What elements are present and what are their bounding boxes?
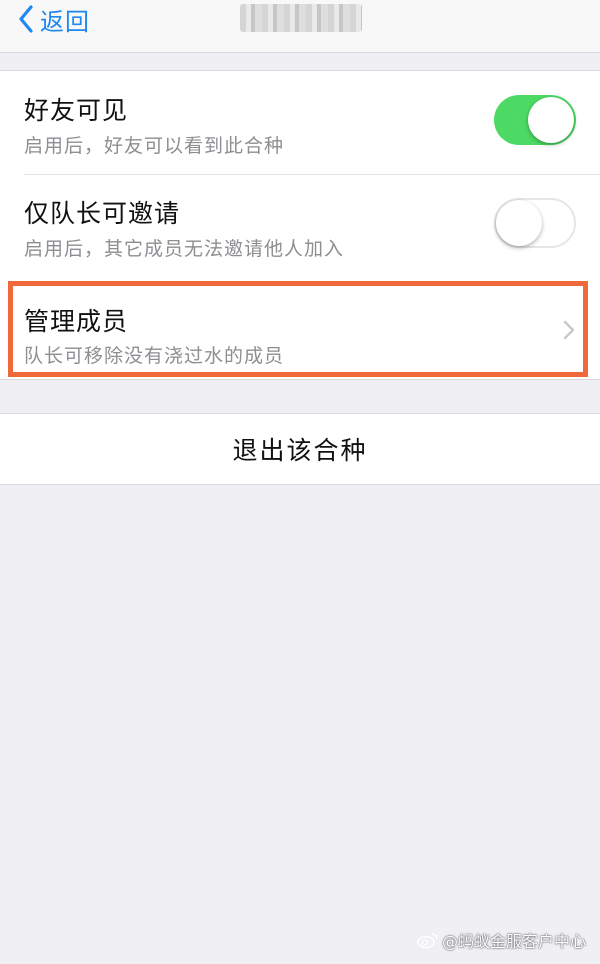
setting-row-friends-visible: 好友可见 启用后，好友可以看到此合种 [0,71,600,174]
chevron-right-icon [563,320,575,340]
setting-title: 仅队长可邀请 [24,199,181,228]
page-title-blurred [240,4,362,32]
toggle-knob [528,97,574,143]
exit-group: 退出该合种 [0,413,600,485]
setting-subtitle: 队长可移除没有浇过水的成员 [24,345,285,367]
exit-team-button[interactable]: 退出该合种 [0,414,600,484]
page-title [240,4,241,5]
back-label: 返回 [40,7,90,36]
watermark: @蚂蚁金服客户中心 [417,928,586,952]
manage-members-row[interactable]: 管理成员 队长可移除没有浇过水的成员 [8,281,588,377]
setting-subtitle: 启用后，好友可以看到此合种 [24,135,285,157]
setting-title: 管理成员 [24,307,129,336]
chevron-left-icon [19,5,33,33]
setting-row-captain-invite-only: 仅队长可邀请 启用后，其它成员无法邀请他人加入 [0,174,600,277]
navigation-bar: 返回 [0,0,600,53]
settings-group: 好友可见 启用后，好友可以看到此合种 仅队长可邀请 启用后，其它成员无法邀请他人… [0,70,600,380]
setting-subtitle: 启用后，其它成员无法邀请他人加入 [24,238,345,260]
back-button[interactable]: 返回 [18,0,90,38]
watermark-text: @蚂蚁金服客户中心 [441,932,586,951]
weibo-icon [417,933,438,949]
setting-title: 好友可见 [24,96,129,125]
toggle-knob [496,200,542,246]
captain-invite-only-toggle[interactable] [494,198,576,248]
friends-visible-toggle[interactable] [494,95,576,145]
